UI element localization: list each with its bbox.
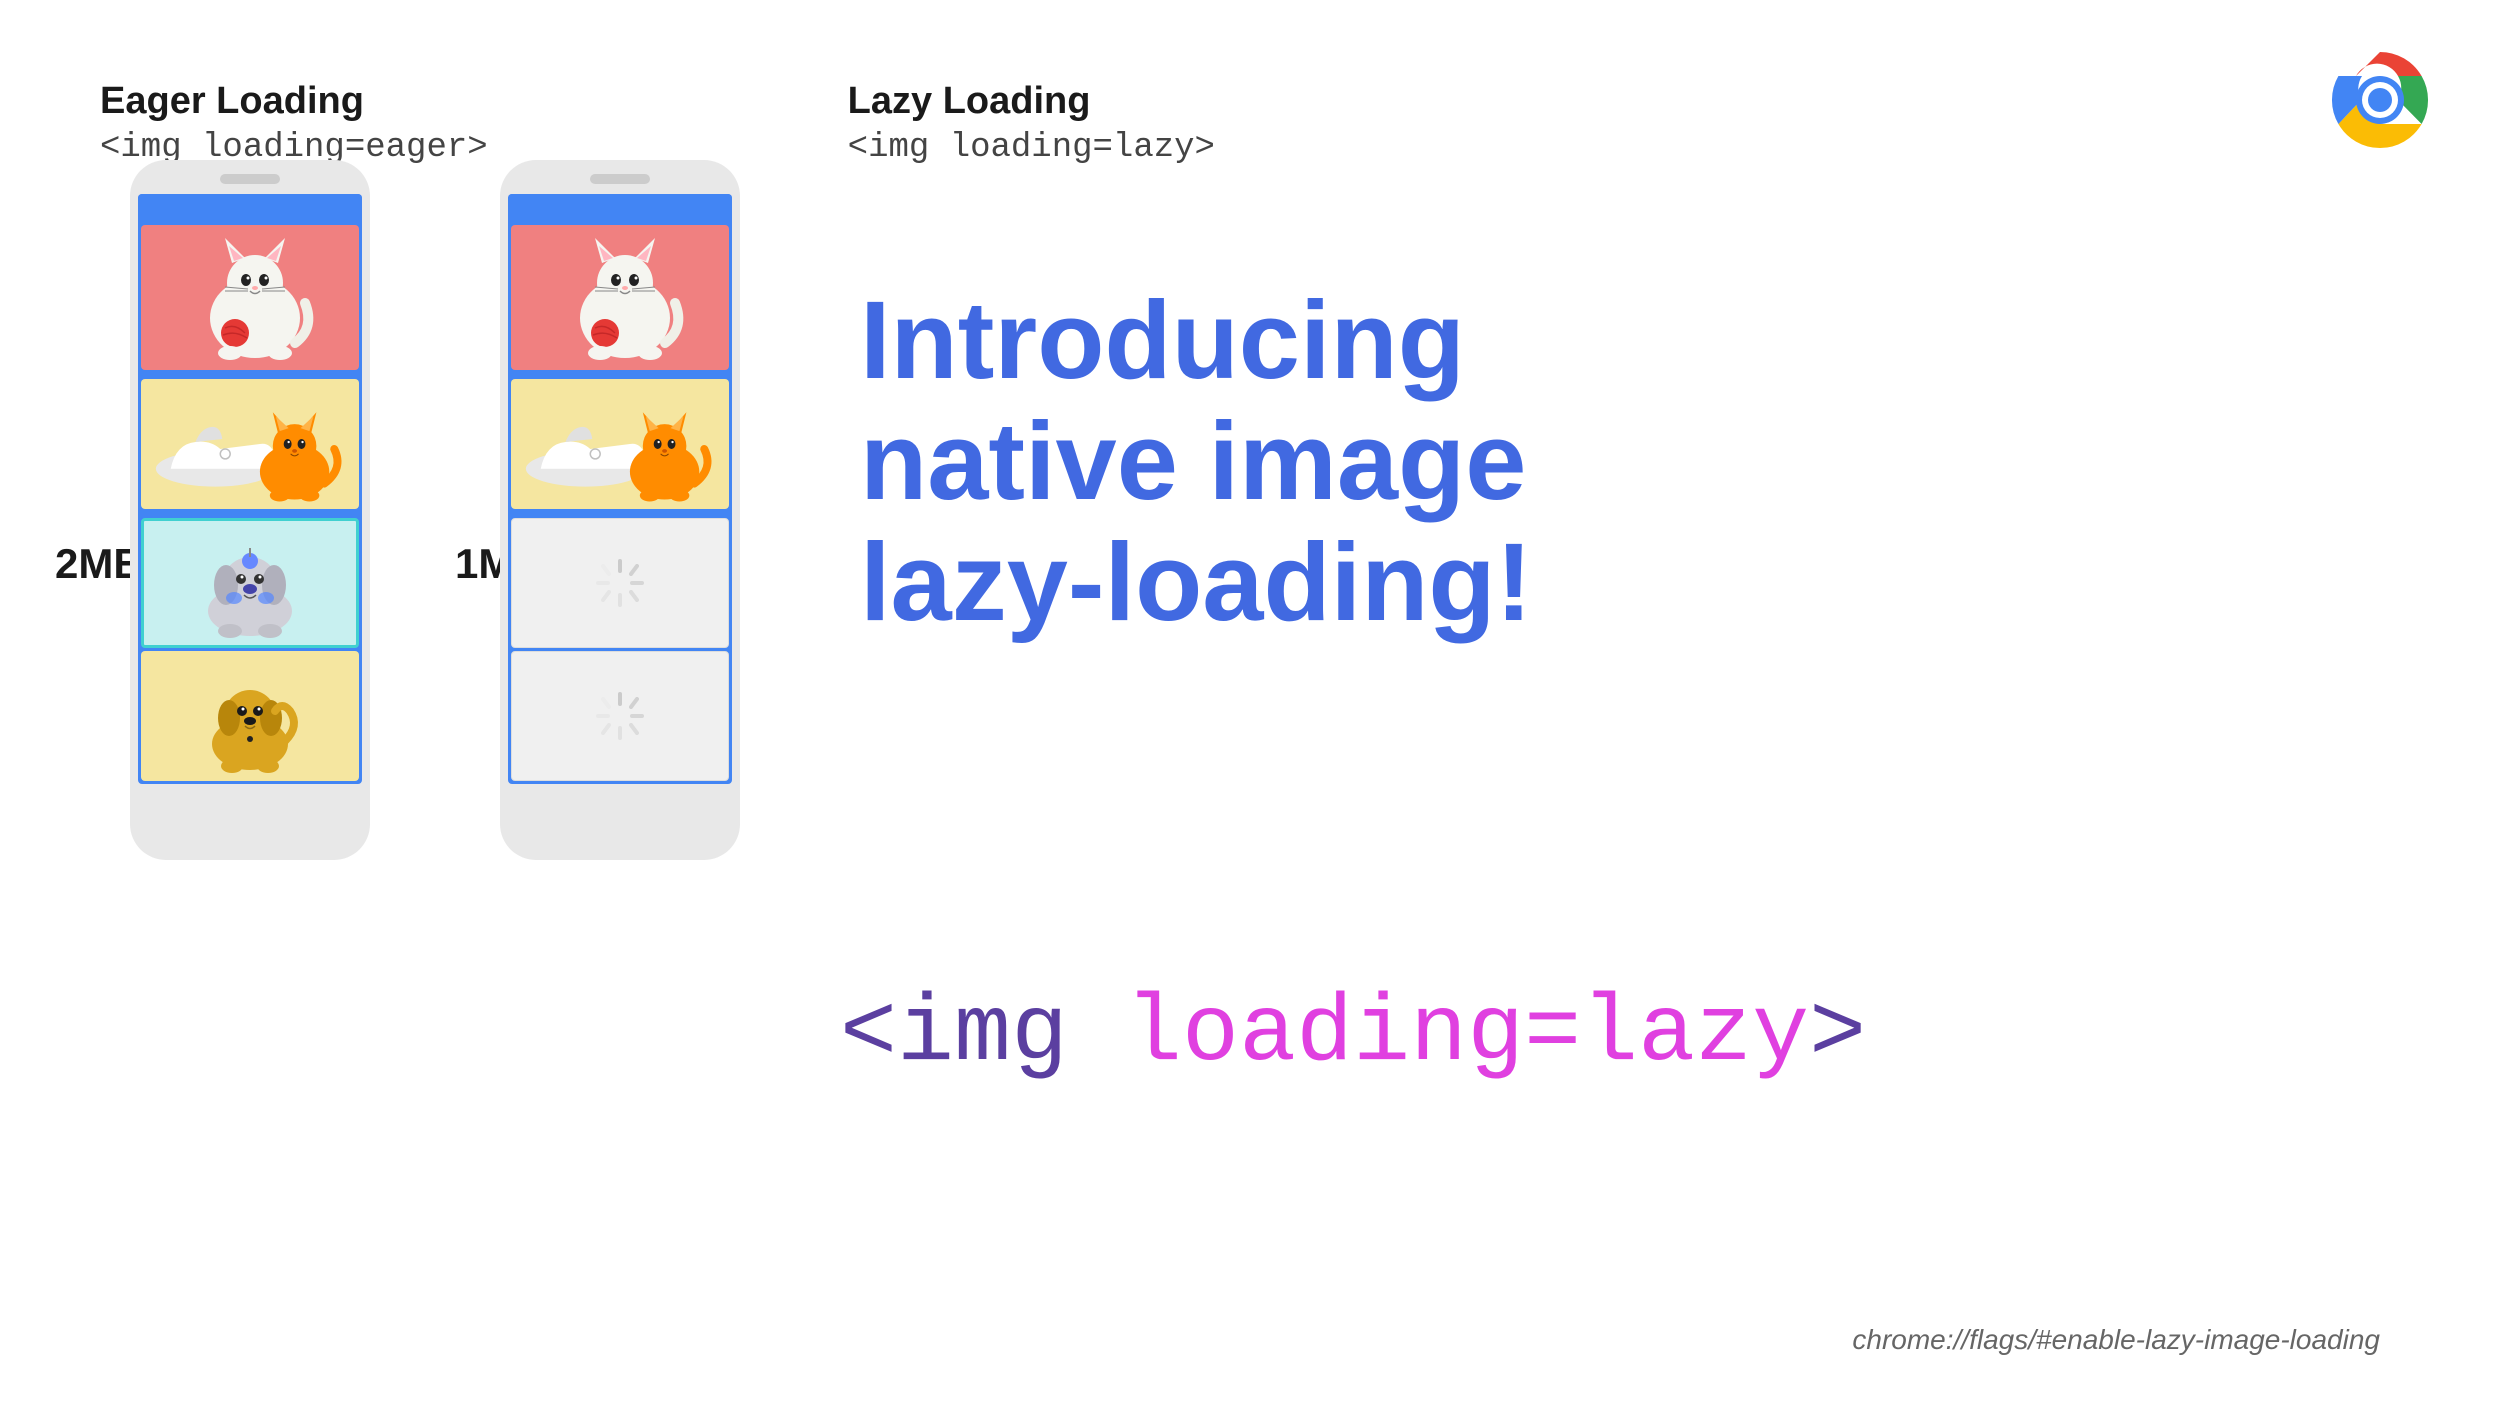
- eager-loading-title: Eager Loading: [100, 80, 488, 123]
- phone-screen-right: [508, 194, 732, 784]
- code-example-line: <img loading=lazy>: [840, 980, 1866, 1088]
- phone-bar-right: [508, 194, 732, 222]
- lazy-loading-label: Lazy Loading <img loading=lazy>: [848, 80, 1215, 167]
- introducing-text-block: Introducing native image lazy-loading!: [860, 280, 2380, 643]
- section-labels: Eager Loading <img loading=eager> Lazy L…: [100, 80, 1215, 167]
- eager-loading-label: Eager Loading <img loading=eager>: [100, 80, 488, 167]
- phone-bar-left: [138, 194, 362, 222]
- lazy-loading-phone: [500, 160, 740, 860]
- spinner-card-2: [511, 651, 729, 781]
- phone-notch-left: [220, 174, 280, 184]
- chrome-logo: [2320, 40, 2440, 160]
- code-bracket-close: >: [1809, 980, 1866, 1088]
- viewport-indicator: [508, 512, 732, 515]
- introducing-line3: lazy-loading!: [860, 522, 2380, 643]
- eager-loading-phone: [130, 160, 370, 860]
- footer-url: chrome://flags/#enable-lazy-image-loadin…: [1852, 1324, 2380, 1356]
- code-attr: loading=lazy: [1125, 980, 1809, 1088]
- phone-screen-left: [138, 194, 362, 784]
- lazy-loading-title: Lazy Loading: [848, 80, 1215, 123]
- phone-divider-2: [141, 512, 359, 515]
- lazy-loading-code: <img loading=lazy>: [848, 129, 1215, 167]
- spinner-card-1: [511, 518, 729, 648]
- shoe-image-card-left: [141, 379, 359, 509]
- introducing-line2: native image: [860, 401, 2380, 522]
- phone-divider-1: [141, 373, 359, 376]
- cat-image-card-right: [511, 225, 729, 370]
- golden-dog-image-card-left: [141, 651, 359, 781]
- introducing-line1: Introducing: [860, 280, 2380, 401]
- cat-image-card-left: [141, 225, 359, 370]
- phone-notch-right: [590, 174, 650, 184]
- code-bracket-open: <img: [840, 980, 1125, 1088]
- dog-image-card-left: [141, 518, 359, 648]
- shoe-image-card-right: [511, 379, 729, 509]
- phone-divider-right-1: [511, 373, 729, 376]
